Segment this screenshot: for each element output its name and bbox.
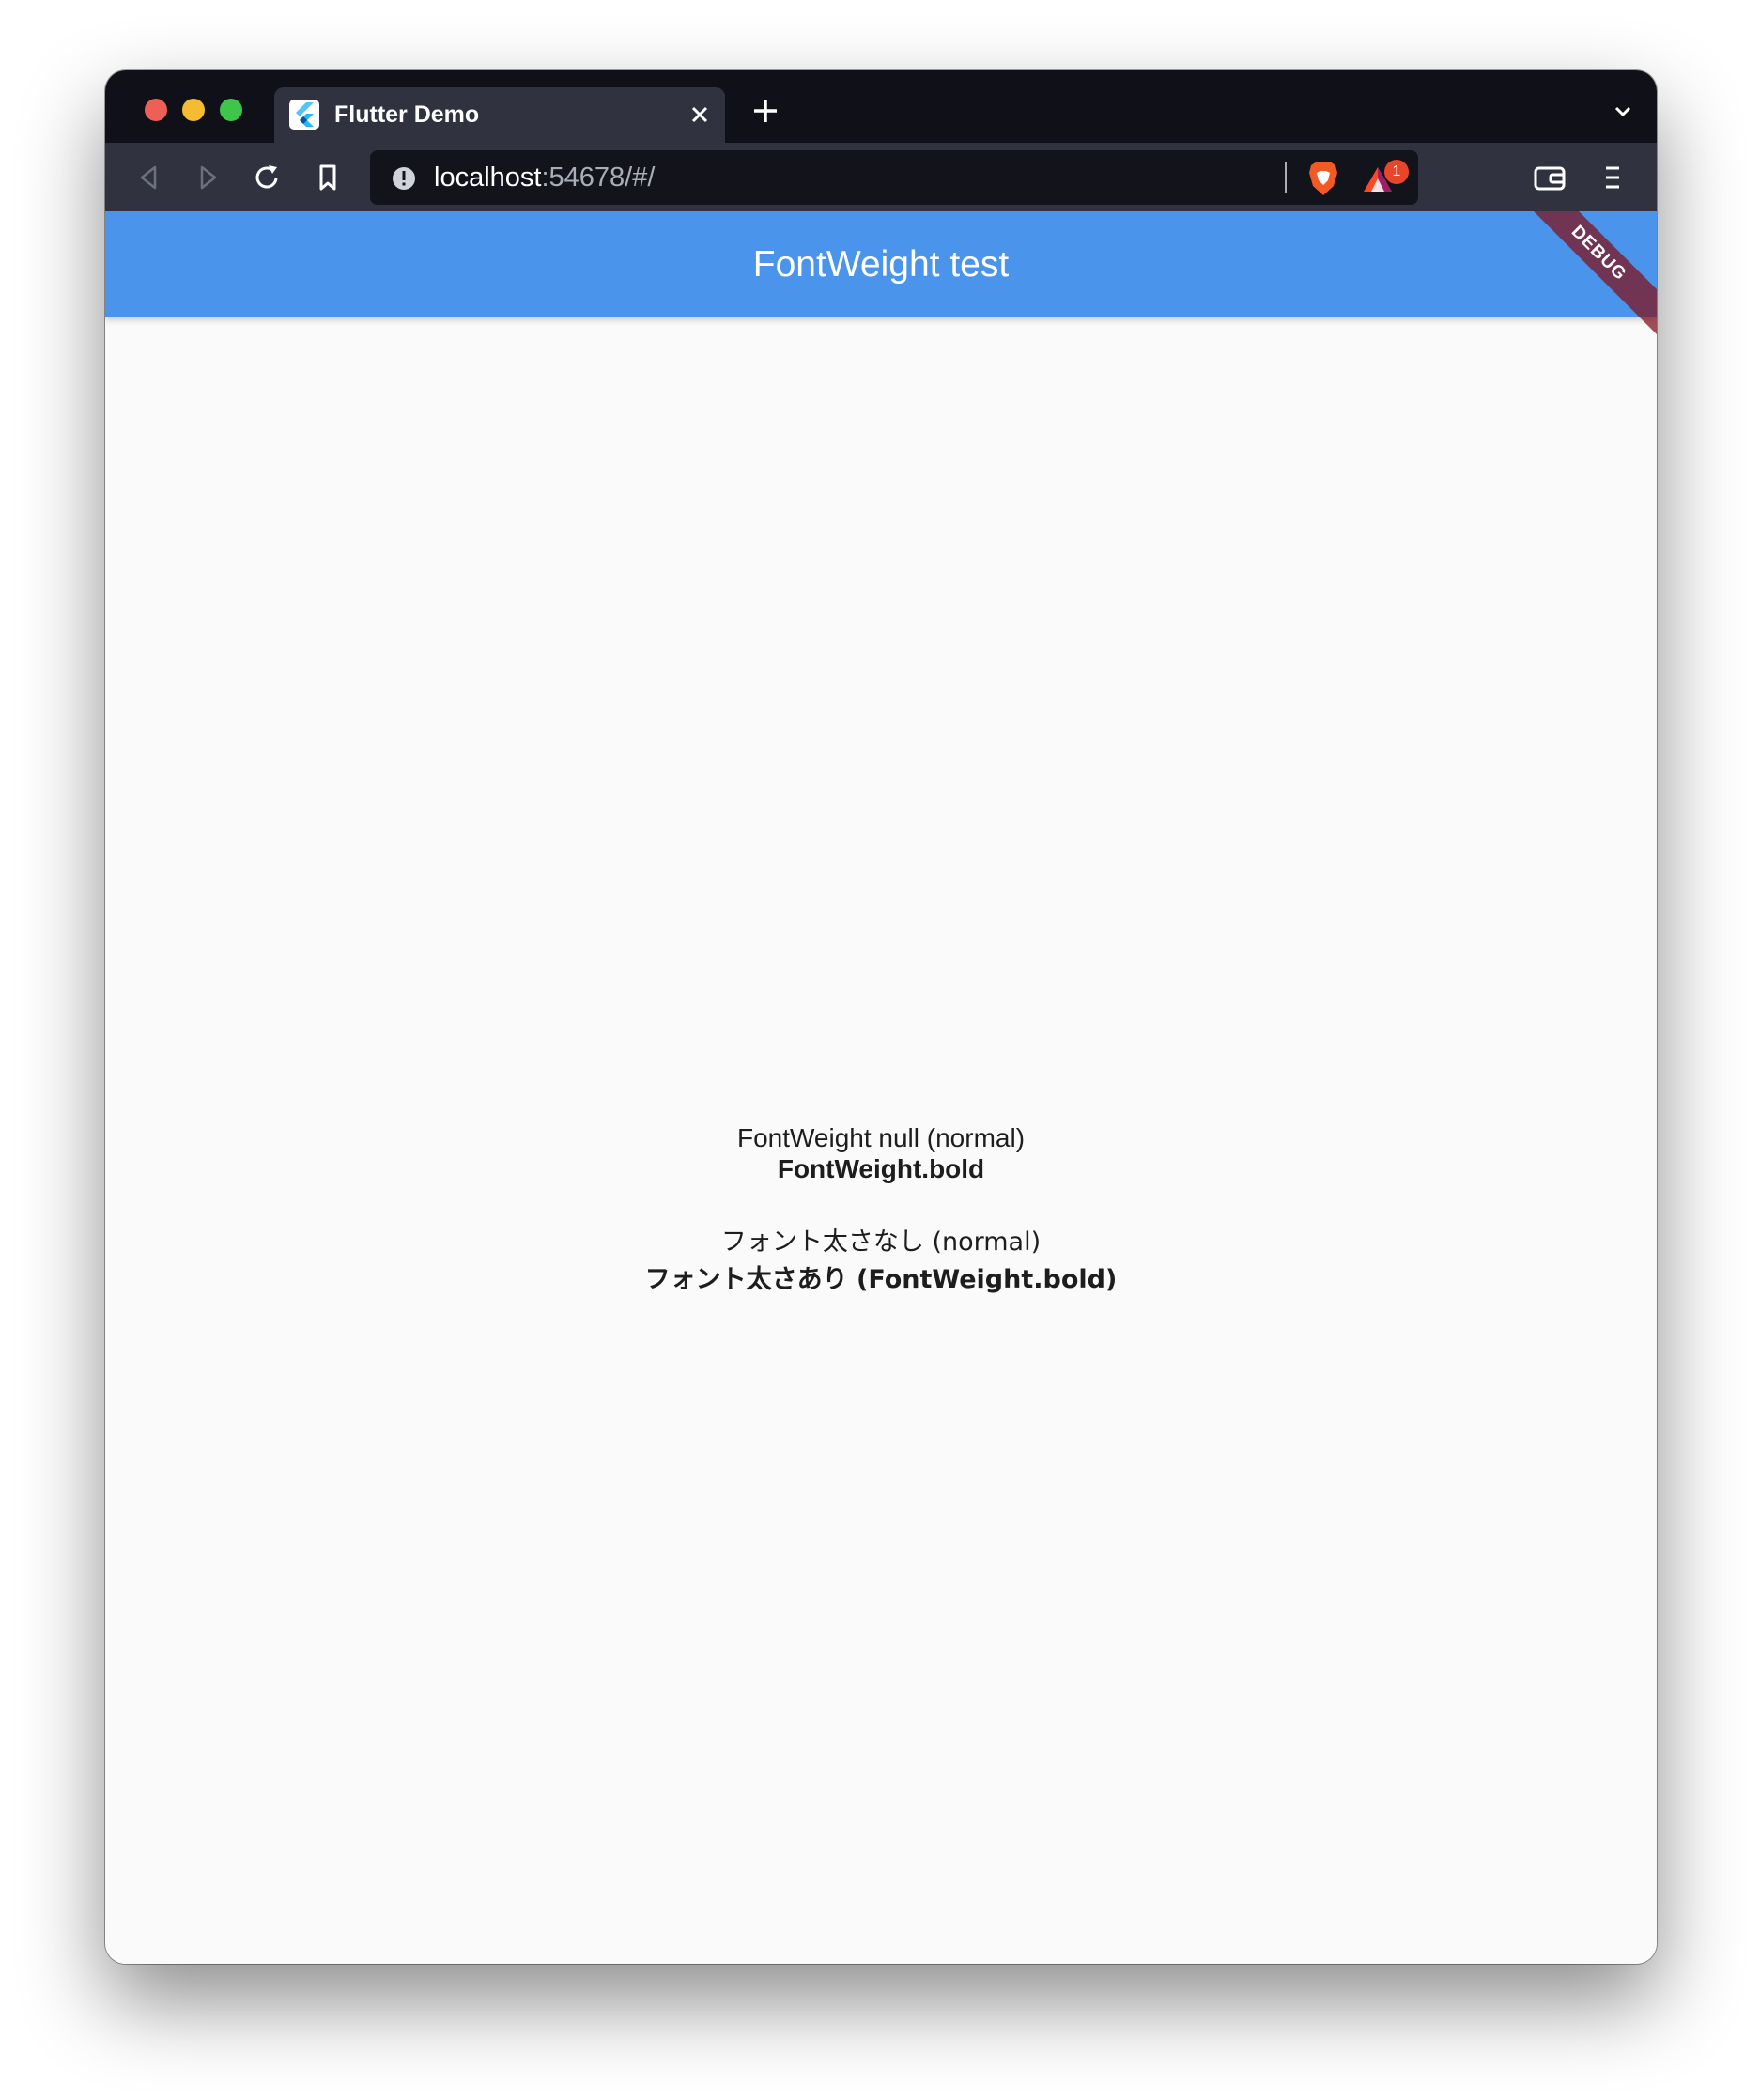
tab-strip: Flutter Demo — [105, 70, 1657, 143]
maximize-window-button[interactable] — [220, 99, 242, 121]
normal-weight-text: FontWeight null (normal) — [736, 1123, 1026, 1152]
brave-shields-icon[interactable] — [1305, 160, 1341, 197]
reload-icon[interactable] — [252, 162, 284, 193]
page-title: FontWeight test — [752, 244, 1010, 285]
app-bar: FontWeight test DEBUG — [105, 211, 1657, 351]
wallet-icon[interactable] — [1533, 162, 1567, 193]
chevron-down-icon[interactable] — [1612, 100, 1634, 123]
menu-icon[interactable] — [1598, 160, 1627, 195]
rewards-badge: 1 — [1384, 160, 1409, 184]
minimize-window-button[interactable] — [182, 99, 205, 121]
site-info-icon[interactable] — [391, 165, 417, 192]
address-bar[interactable]: localhost:54678/#/ 1 — [370, 150, 1418, 205]
browser-toolbar: localhost:54678/#/ 1 — [105, 143, 1657, 211]
japanese-bold-text: フォント太さあり (FontWeight.bold) — [644, 1265, 1118, 1294]
url-host: localhost — [434, 162, 542, 193]
new-tab-plus-icon[interactable] — [751, 97, 780, 125]
brave-rewards-icon[interactable]: 1 — [1362, 160, 1411, 197]
browser-window: Flutter Demo localhost:54678/#/ 1 FontWe… — [105, 70, 1657, 1964]
bold-weight-text: FontWeight.bold — [777, 1154, 985, 1183]
address-bar-divider — [1285, 162, 1287, 193]
forward-arrow-icon[interactable] — [192, 162, 224, 193]
close-icon[interactable] — [684, 99, 716, 131]
url-text: localhost:54678/#/ — [434, 162, 655, 193]
url-path: :54678/#/ — [541, 162, 656, 193]
text-sample-column: FontWeight null (normal) FontWeight.bold… — [105, 1122, 1657, 1299]
flutter-icon — [289, 100, 319, 130]
page-content: FontWeight test DEBUG FontWeight null (n… — [105, 211, 1657, 1964]
close-window-button[interactable] — [145, 99, 167, 121]
japanese-normal-text: フォント太さなし (normal) — [720, 1228, 1042, 1257]
back-arrow-icon[interactable] — [133, 162, 165, 193]
bookmark-icon[interactable] — [312, 162, 344, 193]
tab-title: Flutter Demo — [334, 101, 480, 128]
tab-flutter-demo[interactable]: Flutter Demo — [274, 87, 725, 143]
